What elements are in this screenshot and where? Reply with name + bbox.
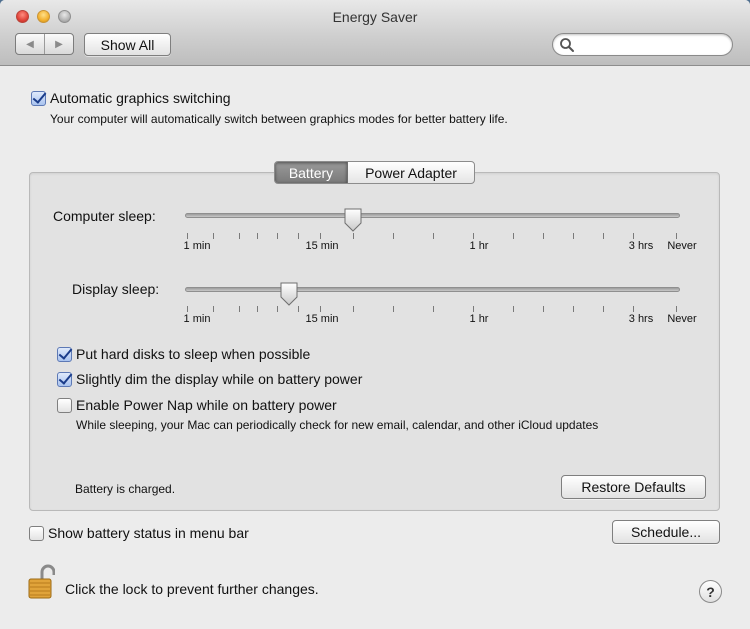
computer-sleep-tick-label: 1 min bbox=[183, 240, 211, 252]
dim-display-checkbox[interactable] bbox=[57, 372, 72, 387]
slider-tick-mark bbox=[433, 306, 434, 312]
display-sleep-tick-label: 1 hr bbox=[469, 313, 489, 325]
slider-tick-mark bbox=[676, 233, 677, 239]
back-forward-control: ◀ ▶ bbox=[15, 33, 74, 55]
slider-tick-mark bbox=[187, 233, 188, 239]
slider-tick-mark bbox=[257, 233, 258, 239]
computer-sleep-tick-label: 3 hrs bbox=[628, 240, 654, 252]
slider-tick-mark bbox=[320, 306, 321, 312]
battery-status-text: Battery is charged. bbox=[75, 482, 176, 496]
energy-saver-window: Energy Saver ◀ ▶ Show All Automatic grap… bbox=[0, 0, 750, 629]
display-sleep-tick-label: 1 min bbox=[183, 313, 211, 325]
forward-arrow-icon[interactable]: ▶ bbox=[45, 34, 73, 54]
slider-tick-mark bbox=[513, 233, 514, 239]
computer-sleep-tick-label: Never bbox=[667, 240, 697, 252]
slider-tick-mark bbox=[433, 233, 434, 239]
help-button[interactable]: ? bbox=[699, 580, 722, 603]
slider-tick-mark bbox=[473, 233, 474, 239]
power-nap-description: While sleeping, your Mac can periodicall… bbox=[76, 418, 599, 432]
display-sleep-slider-track[interactable] bbox=[185, 287, 680, 292]
hard-disk-sleep-label: Put hard disks to sleep when possible bbox=[76, 346, 311, 362]
slider-tick-mark bbox=[213, 233, 214, 239]
slider-tick-mark bbox=[239, 306, 240, 312]
display-sleep-tick-label: Never bbox=[667, 313, 697, 325]
lock-icon[interactable] bbox=[27, 564, 55, 600]
display-sleep-slider-thumb[interactable] bbox=[279, 282, 299, 306]
graphics-switching-description: Your computer will automatically switch … bbox=[50, 112, 508, 126]
window-title: Energy Saver bbox=[332, 9, 418, 25]
show-all-button[interactable]: Show All bbox=[84, 33, 171, 56]
back-arrow-icon[interactable]: ◀ bbox=[16, 34, 45, 54]
slider-tick-mark bbox=[633, 306, 634, 312]
slider-tick-mark bbox=[393, 233, 394, 239]
slider-tick-mark bbox=[298, 233, 299, 239]
slider-tick-mark bbox=[239, 233, 240, 239]
restore-defaults-button[interactable]: Restore Defaults bbox=[561, 475, 706, 499]
tab-bar: Battery Power Adapter bbox=[274, 161, 475, 184]
slider-tick-mark bbox=[573, 233, 574, 239]
slider-tick-mark bbox=[277, 233, 278, 239]
search-field[interactable] bbox=[552, 33, 733, 56]
search-icon bbox=[560, 38, 574, 52]
slider-tick-mark bbox=[393, 306, 394, 312]
computer-sleep-tick-label: 1 hr bbox=[469, 240, 489, 252]
slider-tick-mark bbox=[573, 306, 574, 312]
automatic-graphics-switching-checkbox[interactable] bbox=[31, 91, 46, 106]
power-nap-checkbox[interactable] bbox=[57, 398, 72, 413]
display-sleep-tick-label: 3 hrs bbox=[628, 313, 654, 325]
show-battery-status-checkbox[interactable] bbox=[29, 526, 44, 541]
slider-tick-mark bbox=[676, 306, 677, 312]
schedule-button[interactable]: Schedule... bbox=[612, 520, 720, 544]
show-battery-status-label: Show battery status in menu bar bbox=[48, 525, 249, 541]
slider-tick-mark bbox=[473, 306, 474, 312]
slider-tick-mark bbox=[633, 233, 634, 239]
display-sleep-label: Display sleep: bbox=[72, 281, 160, 297]
power-nap-label: Enable Power Nap while on battery power bbox=[76, 397, 337, 413]
slider-tick-mark bbox=[353, 233, 354, 239]
computer-sleep-label: Computer sleep: bbox=[53, 208, 156, 224]
computer-sleep-slider-track[interactable] bbox=[185, 213, 680, 218]
automatic-graphics-switching-label: Automatic graphics switching bbox=[50, 90, 231, 106]
toolbar: Energy Saver ◀ ▶ Show All bbox=[0, 0, 750, 66]
slider-tick-mark bbox=[187, 306, 188, 312]
tab-battery[interactable]: Battery bbox=[275, 162, 348, 183]
slider-tick-mark bbox=[603, 233, 604, 239]
slider-tick-mark bbox=[277, 306, 278, 312]
dim-display-label: Slightly dim the display while on batter… bbox=[76, 371, 363, 387]
computer-sleep-slider-thumb[interactable] bbox=[343, 208, 363, 232]
slider-tick-mark bbox=[543, 306, 544, 312]
slider-tick-mark bbox=[353, 306, 354, 312]
slider-tick-mark bbox=[320, 233, 321, 239]
slider-tick-mark bbox=[603, 306, 604, 312]
slider-tick-mark bbox=[213, 306, 214, 312]
hard-disk-sleep-checkbox[interactable] bbox=[57, 347, 72, 362]
slider-tick-mark bbox=[513, 306, 514, 312]
slider-tick-mark bbox=[257, 306, 258, 312]
display-sleep-tick-label: 15 min bbox=[305, 313, 339, 325]
tab-power-adapter[interactable]: Power Adapter bbox=[348, 162, 474, 183]
lock-message: Click the lock to prevent further change… bbox=[65, 581, 319, 597]
slider-tick-mark bbox=[543, 233, 544, 239]
computer-sleep-tick-label: 15 min bbox=[305, 240, 339, 252]
slider-tick-mark bbox=[298, 306, 299, 312]
